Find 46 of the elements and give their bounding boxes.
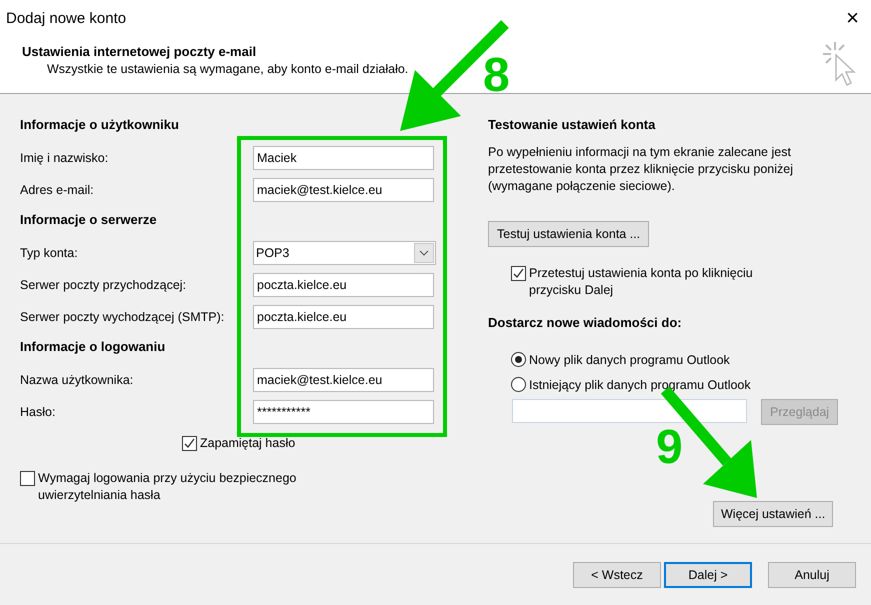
radio-label: Nowy plik danych programu Outlook: [529, 352, 730, 366]
field-label: Serwer poczty przychodzącej:: [20, 278, 188, 292]
section-heading: Dostarcz nowe wiadomości do:: [488, 314, 683, 332]
input-field[interactable]: Maciek: [253, 146, 434, 170]
radio-button[interactable]: [511, 377, 526, 392]
info-paragraph: Po wypełnieniu informacji na tym ekranie zalecane jest przetestowanie konta przez kliknięcie przycisku poniżej (wymagane połączenie sieciowe).: [488, 144, 794, 195]
close-button[interactable]: ×: [846, 5, 859, 31]
checkmark-icon: [513, 268, 524, 279]
input-field[interactable]: poczta.kielce.eu: [253, 305, 434, 329]
checkbox-label: Przetestuj ustawienia konta po kliknięciu przycisku Dalej: [529, 265, 754, 299]
checkbox[interactable]: [511, 266, 526, 281]
checkbox[interactable]: [182, 436, 197, 451]
dropdown[interactable]: POP3: [253, 241, 436, 265]
radio-label: Istniejący plik danych programu Outlook: [529, 378, 751, 392]
footer-button[interactable]: Anuluj: [768, 562, 856, 588]
test-settings-button[interactable]: Testuj ustawienia konta ...: [488, 221, 650, 247]
checkmark-icon: [184, 438, 195, 449]
field-label: Serwer poczty wychodzącej (SMTP):: [20, 310, 226, 324]
field-label: Typ konta:: [20, 246, 79, 260]
input-field[interactable]: ***********: [253, 400, 434, 424]
radio-button[interactable]: [511, 352, 526, 367]
header-title: Ustawienia internetowej poczty e-mail: [22, 44, 258, 59]
field-label: Hasło:: [20, 405, 56, 419]
input-field[interactable]: poczta.kielce.eu: [253, 273, 434, 297]
more-settings-button[interactable]: Więcej ustawień ...: [713, 501, 834, 527]
step-number: 9: [656, 424, 683, 472]
checkbox-label: Zapamiętaj hasło: [200, 435, 296, 452]
chevron-down-icon[interactable]: [414, 243, 434, 263]
input-field[interactable]: [512, 399, 747, 423]
input-field[interactable]: maciek@test.kielce.eu: [253, 178, 434, 202]
dropdown-value: POP3: [256, 246, 290, 260]
field-label: Nazwa użytkownika:: [20, 373, 134, 387]
footer-button[interactable]: Dalej >: [664, 562, 752, 588]
input-field[interactable]: maciek@test.kielce.eu: [253, 368, 434, 392]
checkbox-label: Wymagaj logowania przy użyciu bezpiecznego uwierzytelniania hasła: [38, 470, 298, 504]
step-number: 8: [483, 52, 510, 100]
footer-button[interactable]: < Wstecz: [573, 562, 661, 588]
section-heading: Informacje o serwerze: [20, 211, 158, 229]
section-heading: Testowanie ustawień konta: [488, 116, 656, 134]
section-heading: Informacje o logowaniu: [20, 338, 166, 356]
field-label: Imię i nazwisko:: [20, 151, 110, 165]
section-heading: Informacje o użytkowniku: [20, 116, 180, 134]
window-title: Dodaj nowe konto: [6, 10, 126, 26]
header-subtitle: Wszystkie te ustawienia są wymagane, aby konto e-mail działało.: [46, 62, 408, 76]
checkbox[interactable]: [20, 471, 35, 486]
field-label: Adres e-mail:: [20, 183, 95, 197]
